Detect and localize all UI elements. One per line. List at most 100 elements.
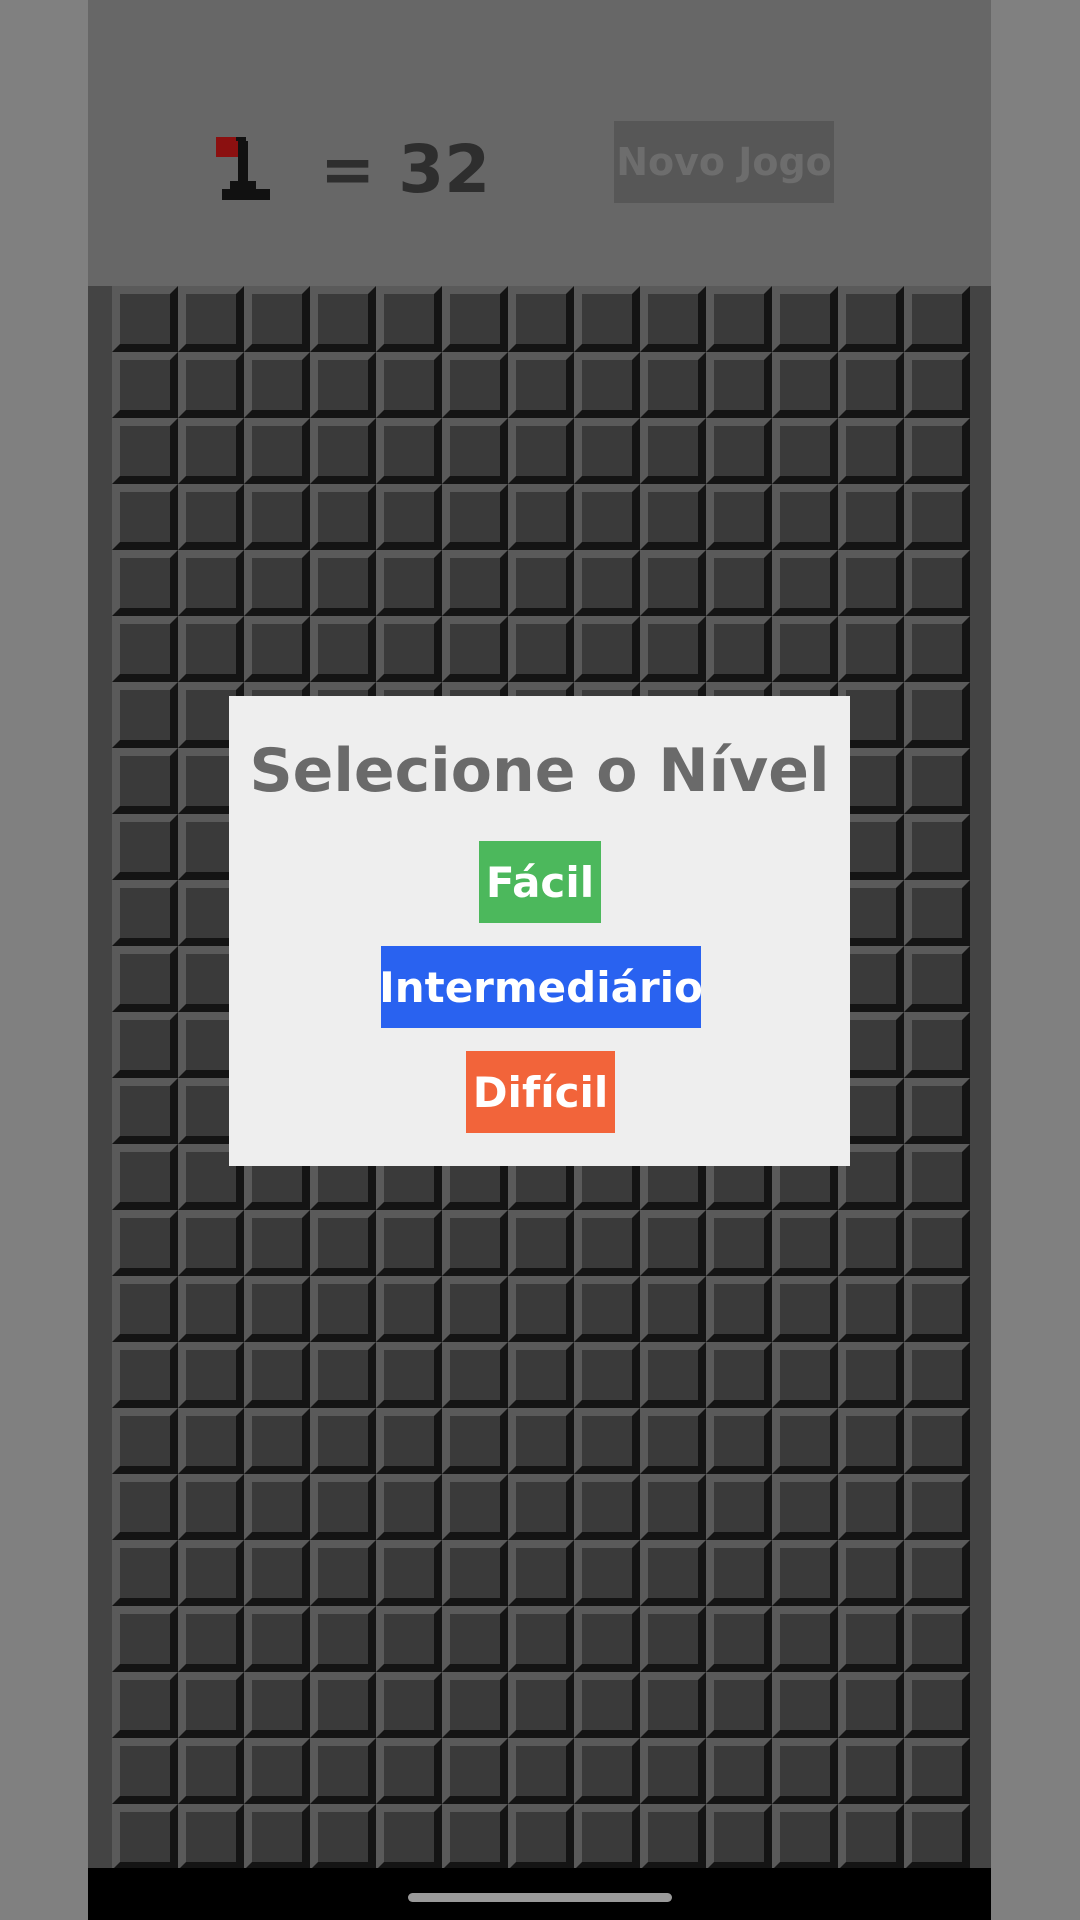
mine-cell[interactable] [574, 1804, 640, 1870]
mine-cell[interactable] [838, 1672, 904, 1738]
mine-cell[interactable] [310, 1210, 376, 1276]
mine-cell[interactable] [706, 286, 772, 352]
mine-cell[interactable] [904, 1144, 970, 1210]
mine-cell[interactable] [640, 1210, 706, 1276]
mine-cell[interactable] [508, 1342, 574, 1408]
mine-cell[interactable] [838, 484, 904, 550]
mine-cell[interactable] [376, 1672, 442, 1738]
mine-cell[interactable] [112, 880, 178, 946]
mine-cell[interactable] [904, 682, 970, 748]
mine-cell[interactable] [178, 1738, 244, 1804]
mine-cell[interactable] [772, 616, 838, 682]
mine-cell[interactable] [640, 484, 706, 550]
mine-cell[interactable] [772, 352, 838, 418]
mine-cell[interactable] [904, 484, 970, 550]
mine-cell[interactable] [574, 1276, 640, 1342]
mine-cell[interactable] [640, 418, 706, 484]
mine-cell[interactable] [640, 1804, 706, 1870]
mine-cell[interactable] [112, 814, 178, 880]
mine-cell[interactable] [442, 1474, 508, 1540]
home-indicator[interactable] [408, 1893, 672, 1902]
mine-cell[interactable] [112, 1210, 178, 1276]
mine-cell[interactable] [574, 1672, 640, 1738]
mine-cell[interactable] [112, 1078, 178, 1144]
mine-cell[interactable] [772, 1342, 838, 1408]
mine-cell[interactable] [904, 1012, 970, 1078]
mine-cell[interactable] [640, 1738, 706, 1804]
mine-cell[interactable] [310, 1342, 376, 1408]
mine-cell[interactable] [574, 1210, 640, 1276]
mine-cell[interactable] [112, 286, 178, 352]
mine-cell[interactable] [178, 1342, 244, 1408]
mine-cell[interactable] [178, 1606, 244, 1672]
mine-cell[interactable] [244, 1276, 310, 1342]
mine-cell[interactable] [112, 1342, 178, 1408]
mine-cell[interactable] [310, 1738, 376, 1804]
mine-cell[interactable] [508, 616, 574, 682]
mine-cell[interactable] [574, 616, 640, 682]
mine-cell[interactable] [244, 1408, 310, 1474]
mine-cell[interactable] [904, 1342, 970, 1408]
mine-cell[interactable] [640, 286, 706, 352]
mine-cell[interactable] [442, 550, 508, 616]
mine-cell[interactable] [244, 1474, 310, 1540]
mine-cell[interactable] [376, 1210, 442, 1276]
mine-cell[interactable] [508, 1606, 574, 1672]
mine-cell[interactable] [640, 1474, 706, 1540]
mine-cell[interactable] [112, 1540, 178, 1606]
mine-cell[interactable] [508, 418, 574, 484]
mine-cell[interactable] [574, 484, 640, 550]
mine-cell[interactable] [442, 1276, 508, 1342]
mine-cell[interactable] [376, 1804, 442, 1870]
mine-cell[interactable] [112, 1408, 178, 1474]
mine-cell[interactable] [838, 1540, 904, 1606]
mine-cell[interactable] [508, 286, 574, 352]
mine-cell[interactable] [772, 286, 838, 352]
mine-cell[interactable] [904, 550, 970, 616]
mine-cell[interactable] [112, 352, 178, 418]
mine-cell[interactable] [772, 484, 838, 550]
mine-cell[interactable] [112, 484, 178, 550]
mine-cell[interactable] [640, 1408, 706, 1474]
mine-cell[interactable] [376, 1540, 442, 1606]
mine-cell[interactable] [772, 1408, 838, 1474]
mine-cell[interactable] [244, 1738, 310, 1804]
mine-cell[interactable] [442, 286, 508, 352]
mine-cell[interactable] [574, 1474, 640, 1540]
mine-cell[interactable] [310, 1540, 376, 1606]
mine-cell[interactable] [178, 286, 244, 352]
mine-cell[interactable] [310, 1408, 376, 1474]
mine-cell[interactable] [508, 352, 574, 418]
mine-cell[interactable] [112, 946, 178, 1012]
mine-cell[interactable] [706, 1804, 772, 1870]
mine-cell[interactable] [244, 1210, 310, 1276]
mine-cell[interactable] [640, 1606, 706, 1672]
mine-cell[interactable] [310, 1474, 376, 1540]
mine-cell[interactable] [508, 1474, 574, 1540]
mine-cell[interactable] [706, 1210, 772, 1276]
mine-cell[interactable] [904, 1210, 970, 1276]
mine-cell[interactable] [574, 1606, 640, 1672]
mine-cell[interactable] [904, 418, 970, 484]
mine-cell[interactable] [904, 880, 970, 946]
mine-cell[interactable] [178, 484, 244, 550]
mine-cell[interactable] [904, 748, 970, 814]
mine-cell[interactable] [772, 418, 838, 484]
intermediate-level-button[interactable]: Intermediário [379, 946, 703, 1028]
mine-cell[interactable] [772, 1210, 838, 1276]
mine-cell[interactable] [772, 1606, 838, 1672]
mine-cell[interactable] [442, 1738, 508, 1804]
easy-level-button[interactable]: Fácil [479, 841, 601, 923]
mine-cell[interactable] [376, 1738, 442, 1804]
mine-cell[interactable] [442, 1804, 508, 1870]
mine-cell[interactable] [244, 1804, 310, 1870]
mine-cell[interactable] [706, 484, 772, 550]
mine-cell[interactable] [178, 1276, 244, 1342]
mine-cell[interactable] [112, 550, 178, 616]
mine-cell[interactable] [508, 1672, 574, 1738]
mine-cell[interactable] [310, 1804, 376, 1870]
mine-cell[interactable] [772, 1672, 838, 1738]
mine-cell[interactable] [508, 1804, 574, 1870]
mine-cell[interactable] [904, 946, 970, 1012]
mine-cell[interactable] [838, 1210, 904, 1276]
